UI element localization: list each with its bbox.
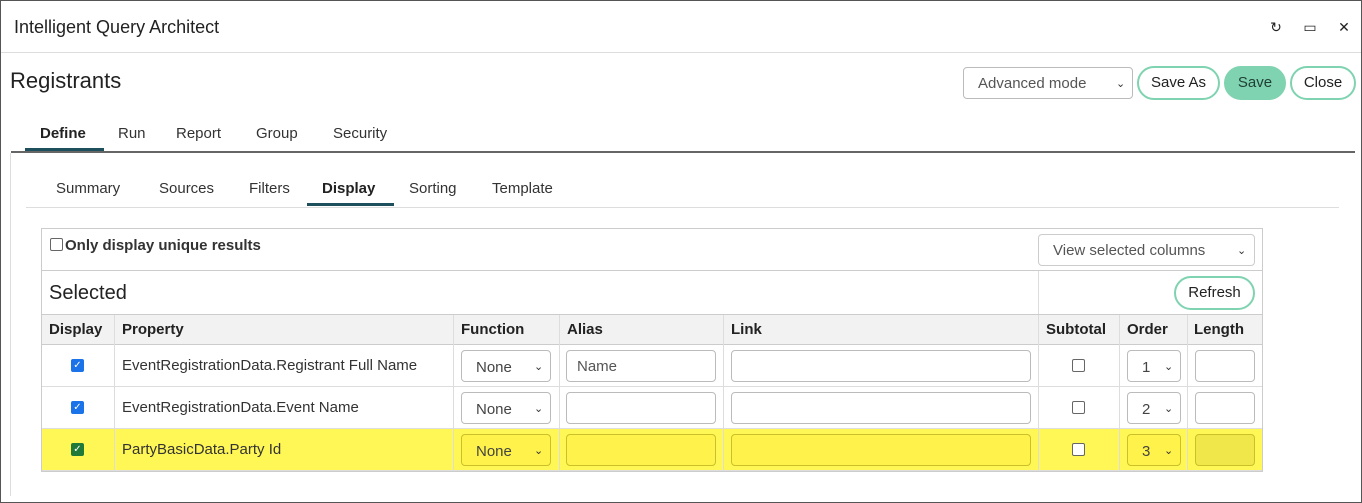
column-divider [453, 315, 454, 471]
column-header-order: Order [1127, 321, 1168, 338]
column-divider [1119, 315, 1120, 471]
property-cell: EventRegistrationData.Event Name [122, 399, 359, 416]
chevron-down-icon: ⌄ [1164, 403, 1174, 415]
subtotal-checkbox[interactable] [1072, 359, 1085, 372]
chevron-down-icon: ⌄ [534, 361, 544, 373]
selected-title: Selected [49, 282, 127, 304]
alias-input[interactable]: Name [566, 350, 716, 382]
chevron-down-icon: ⌄ [1237, 245, 1247, 257]
subtotal-checkbox[interactable] [1072, 443, 1085, 456]
tab-run[interactable]: Run [118, 125, 146, 142]
active-subtab-indicator [307, 203, 394, 206]
column-divider [1187, 315, 1188, 471]
tab-display[interactable]: Display [322, 180, 375, 197]
view-columns-select[interactable]: View selected columns ⌄ [1038, 234, 1255, 266]
tab-security[interactable]: Security [333, 125, 387, 142]
sub-tabs: Summary Sources Filters Display Sorting … [26, 173, 1339, 208]
order-select[interactable]: 3 ⌄ [1127, 434, 1181, 466]
column-divider [559, 315, 560, 471]
function-value: None [476, 401, 512, 418]
tab-define[interactable]: Define [40, 125, 86, 142]
column-header-subtotal: Subtotal [1046, 321, 1106, 338]
grid-toolbar: Only display unique results View selecte… [42, 229, 1262, 271]
window-title: Intelligent Query Architect [14, 17, 220, 37]
column-header-property: Property [122, 321, 184, 338]
chevron-down-icon: ⌄ [1116, 78, 1126, 90]
column-divider [114, 315, 115, 471]
title-bar: Intelligent Query Architect ↻ ▭ ✕ [1, 1, 1361, 53]
mode-select-value: Advanced mode [978, 75, 1087, 92]
length-input[interactable] [1195, 392, 1255, 424]
length-input[interactable] [1195, 434, 1255, 466]
refresh-icon[interactable]: ↻ [1266, 17, 1286, 37]
unique-results-label: Only display unique results [65, 237, 261, 254]
table-row: ✓ EventRegistrationData.Event Name None … [42, 387, 1262, 429]
chevron-down-icon: ⌄ [534, 445, 544, 457]
order-value: 3 [1142, 443, 1151, 460]
column-divider [1038, 315, 1039, 471]
column-header-length: Length [1194, 321, 1244, 338]
save-as-button[interactable]: Save As [1137, 66, 1220, 100]
chevron-down-icon: ⌄ [1164, 361, 1174, 373]
order-select[interactable]: 2 ⌄ [1127, 392, 1181, 424]
mode-select[interactable]: Advanced mode ⌄ [963, 67, 1133, 99]
save-button[interactable]: Save [1224, 66, 1286, 100]
tab-template[interactable]: Template [492, 180, 553, 197]
order-value: 2 [1142, 401, 1151, 418]
column-divider [723, 315, 724, 471]
divider [1038, 271, 1039, 314]
unique-results-checkbox[interactable] [50, 238, 63, 251]
table-row: ✓ EventRegistrationData.Registrant Full … [42, 345, 1262, 387]
display-checkbox[interactable]: ✓ [71, 443, 84, 456]
app-window: Intelligent Query Architect ↻ ▭ ✕ Regist… [0, 0, 1362, 503]
maximize-icon[interactable]: ▭ [1300, 17, 1320, 37]
tab-report[interactable]: Report [176, 125, 221, 142]
active-tab-indicator [25, 148, 104, 151]
order-select[interactable]: 1 ⌄ [1127, 350, 1181, 382]
column-header-alias: Alias [567, 321, 603, 338]
tab-sorting[interactable]: Sorting [409, 180, 457, 197]
column-header-function: Function [461, 321, 525, 338]
table-row: ✓ PartyBasicData.Party Id None ⌄ 3 ⌄ [42, 429, 1262, 471]
tab-summary[interactable]: Summary [56, 180, 120, 197]
view-columns-value: View selected columns [1053, 242, 1206, 259]
chevron-down-icon: ⌄ [1164, 445, 1174, 457]
function-value: None [476, 443, 512, 460]
link-input[interactable] [731, 350, 1031, 382]
column-header-display: Display [49, 321, 103, 338]
property-cell: EventRegistrationData.Registrant Full Na… [122, 357, 418, 374]
order-value: 1 [1142, 359, 1151, 376]
table-header: Display Property Function Alias Link Sub… [42, 315, 1262, 345]
close-button[interactable]: Close [1290, 66, 1356, 100]
link-input[interactable] [731, 392, 1031, 424]
tab-group[interactable]: Group [256, 125, 298, 142]
display-checkbox[interactable]: ✓ [71, 401, 84, 414]
function-select[interactable]: None ⌄ [461, 392, 551, 424]
function-select[interactable]: None ⌄ [461, 434, 551, 466]
function-value: None [476, 359, 512, 376]
page-title: Registrants [10, 68, 122, 93]
column-header-link: Link [731, 321, 762, 338]
alias-input[interactable] [566, 392, 716, 424]
selected-header: Selected Refresh [42, 271, 1262, 315]
tab-filters[interactable]: Filters [249, 180, 290, 197]
refresh-button[interactable]: Refresh [1174, 276, 1255, 310]
display-checkbox[interactable]: ✓ [71, 359, 84, 372]
length-input[interactable] [1195, 350, 1255, 382]
function-select[interactable]: None ⌄ [461, 350, 551, 382]
chevron-down-icon: ⌄ [534, 403, 544, 415]
alias-input[interactable] [566, 434, 716, 466]
main-tabs: Define Run Report Group Security [11, 119, 1355, 153]
display-grid: Only display unique results View selecte… [41, 228, 1263, 472]
tab-sources[interactable]: Sources [159, 180, 214, 197]
subtotal-checkbox[interactable] [1072, 401, 1085, 414]
property-cell: PartyBasicData.Party Id [122, 441, 282, 458]
close-icon[interactable]: ✕ [1334, 17, 1354, 37]
link-input[interactable] [731, 434, 1031, 466]
